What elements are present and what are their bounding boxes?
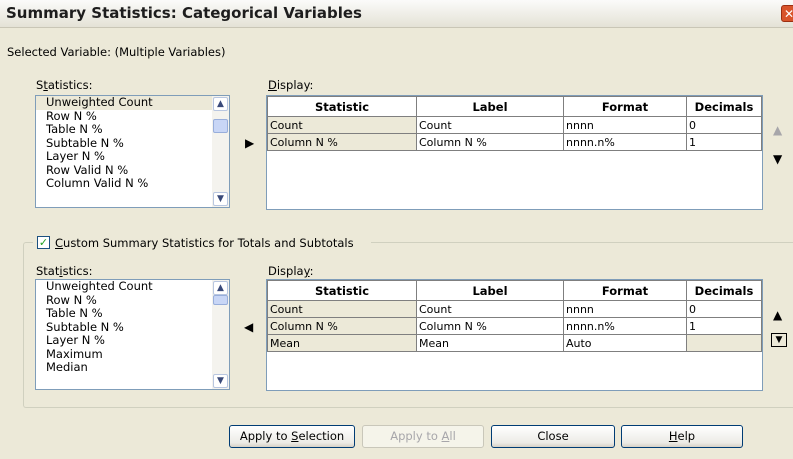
- table-cell[interactable]: Mean: [267, 334, 417, 352]
- title-bar: Summary Statistics: Categorical Variable…: [0, 0, 793, 28]
- table-cell[interactable]: Count: [416, 116, 564, 134]
- table-cell[interactable]: Count: [416, 300, 564, 318]
- column-header[interactable]: Decimals: [686, 96, 762, 117]
- add-right-arrow-icon[interactable]: ▶: [245, 137, 254, 149]
- display-label-2: Display:: [268, 264, 314, 278]
- apply-to-selection-button[interactable]: Apply to Selection: [229, 425, 355, 448]
- table-header-row: Statistic Label Format Decimals: [267, 96, 762, 117]
- table-cell[interactable]: Column N %: [267, 317, 417, 335]
- scroll-thumb[interactable]: [213, 119, 228, 133]
- table-cell[interactable]: nnnn: [563, 116, 687, 134]
- table-cell[interactable]: 0: [686, 300, 762, 318]
- list-item[interactable]: Row N %: [36, 110, 212, 124]
- table-cell[interactable]: Column N %: [416, 317, 564, 335]
- remove-left-arrow-icon[interactable]: ◀: [244, 321, 253, 333]
- column-header[interactable]: Statistic: [267, 280, 417, 301]
- list-item[interactable]: Unweighted Count: [36, 280, 212, 294]
- table-row[interactable]: Count Count nnnn 0: [267, 300, 762, 318]
- column-header[interactable]: Label: [416, 280, 564, 301]
- display-grid[interactable]: Statistic Label Format Decimals Count Co…: [266, 95, 763, 210]
- move-down-icon[interactable]: ▼: [771, 333, 787, 347]
- table-cell[interactable]: Column N %: [267, 133, 417, 151]
- table-cell[interactable]: 1: [686, 317, 762, 335]
- list-item[interactable]: Row Valid N %: [36, 164, 212, 178]
- list-item[interactable]: Median: [36, 361, 212, 375]
- close-icon[interactable]: ✕: [781, 5, 793, 22]
- list-item[interactable]: Table N %: [36, 123, 212, 137]
- list-item[interactable]: Subtable N %: [36, 321, 212, 335]
- column-header[interactable]: Statistic: [267, 96, 417, 117]
- help-button[interactable]: Help: [621, 425, 743, 448]
- list-item[interactable]: Column Valid N %: [36, 177, 212, 191]
- list-item[interactable]: Row N %: [36, 294, 212, 308]
- custom-summary-label: Custom Summary Statistics for Totals and…: [55, 236, 354, 250]
- list-item[interactable]: Layer N %: [36, 150, 212, 164]
- column-header[interactable]: Format: [563, 96, 687, 117]
- scroll-thumb[interactable]: [213, 295, 228, 305]
- display-grid-2[interactable]: Statistic Label Format Decimals Count Co…: [266, 279, 763, 391]
- scrollbar[interactable]: ▲ ▼: [212, 96, 229, 207]
- table-row[interactable]: Mean Mean Auto: [267, 334, 762, 352]
- selected-variable-label: Selected Variable: (Multiple Variables): [7, 45, 226, 59]
- scrollbar[interactable]: ▲ ▼: [212, 280, 229, 389]
- table-cell[interactable]: Auto: [563, 334, 687, 352]
- move-up-icon[interactable]: ▲: [773, 309, 782, 321]
- move-up-icon[interactable]: ▲: [773, 124, 782, 136]
- list-item[interactable]: Layer N %: [36, 334, 212, 348]
- list-item[interactable]: Table N %: [36, 307, 212, 321]
- table-cell: [686, 334, 762, 352]
- statistics-label: Statistics:: [36, 78, 93, 92]
- table-cell[interactable]: Mean: [416, 334, 564, 352]
- list-item[interactable]: Unweighted Count: [36, 96, 212, 110]
- table-row[interactable]: Count Count nnnn 0: [267, 116, 762, 134]
- table-cell[interactable]: nnnn.n%: [563, 317, 687, 335]
- window-title: Summary Statistics: Categorical Variable…: [6, 4, 362, 22]
- table-cell[interactable]: Count: [267, 116, 417, 134]
- table-cell[interactable]: 1: [686, 133, 762, 151]
- statistics-label-2: Statistics:: [36, 264, 93, 278]
- column-header[interactable]: Format: [563, 280, 687, 301]
- close-button[interactable]: Close: [491, 425, 615, 448]
- statistics-list-2[interactable]: Unweighted Count Row N % Table N % Subta…: [35, 279, 230, 390]
- scroll-down-icon[interactable]: ▼: [213, 374, 228, 388]
- display-label: Display:: [268, 78, 314, 92]
- table-row[interactable]: Column N % Column N % nnnn.n% 1: [267, 317, 762, 335]
- column-header[interactable]: Label: [416, 96, 564, 117]
- table-row[interactable]: Column N % Column N % nnnn.n% 1: [267, 133, 762, 151]
- table-cell[interactable]: Count: [267, 300, 417, 318]
- display-table-2: Statistic Label Format Decimals Count Co…: [267, 280, 762, 352]
- scroll-down-icon[interactable]: ▼: [213, 192, 228, 206]
- column-header[interactable]: Decimals: [686, 280, 762, 301]
- list-item[interactable]: Maximum: [36, 348, 212, 362]
- custom-summary-checkbox[interactable]: ✓: [37, 236, 50, 249]
- scroll-up-icon[interactable]: ▲: [213, 281, 228, 295]
- apply-to-all-button[interactable]: Apply to All: [362, 425, 484, 448]
- scroll-up-icon[interactable]: ▲: [213, 97, 228, 111]
- list-item[interactable]: Subtable N %: [36, 137, 212, 151]
- table-cell[interactable]: nnnn.n%: [563, 133, 687, 151]
- display-table: Statistic Label Format Decimals Count Co…: [267, 96, 762, 151]
- table-cell[interactable]: 0: [686, 116, 762, 134]
- statistics-list[interactable]: Unweighted Count Row N % Table N % Subta…: [35, 95, 230, 208]
- table-cell[interactable]: Column N %: [416, 133, 564, 151]
- move-down-icon[interactable]: ▼: [773, 153, 782, 165]
- table-header-row: Statistic Label Format Decimals: [267, 280, 762, 301]
- table-cell[interactable]: nnnn: [563, 300, 687, 318]
